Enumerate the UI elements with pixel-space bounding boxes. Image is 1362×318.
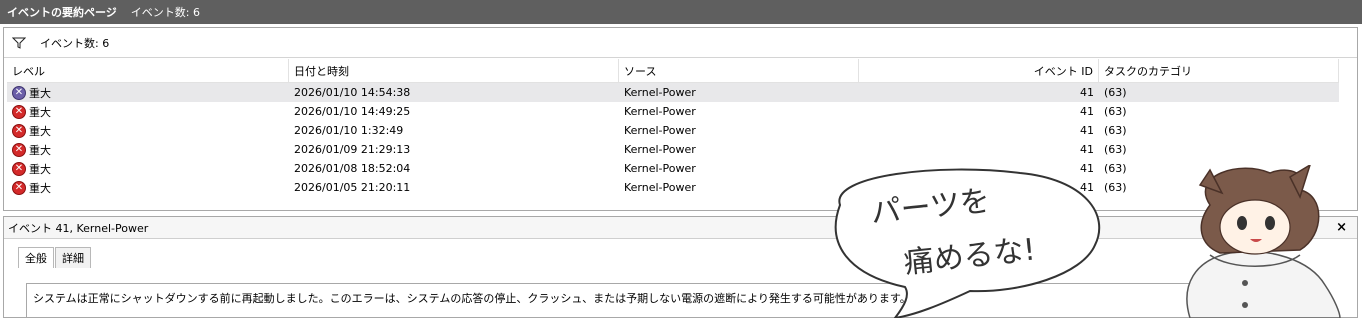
row-source: Kernel-Power [624,105,696,118]
row-category: (63) [1104,181,1127,194]
window-event-count: イベント数: 6 [130,6,200,19]
row-event-id: 41 [1080,162,1094,175]
window-title: イベントの要約ページ [7,6,117,19]
tab-general[interactable]: 全般 [18,247,54,268]
tab-details[interactable]: 詳細 [55,247,91,268]
filter-icon[interactable] [12,37,26,49]
row-level: 重大 [29,162,51,176]
event-list-panel: イベント数: 6 レベル 日付と時刻 ソース イベント ID タスクのカテゴリ … [3,27,1358,211]
detail-tabs: 全般 詳細 [18,247,92,268]
row-event-id: 41 [1080,105,1094,118]
row-event-id: 41 [1080,143,1094,156]
column-header-category[interactable]: タスクのカテゴリ [1099,59,1339,82]
event-detail-panel: イベント 41, Kernel-Power × 全般 詳細 システムは正常にシャ… [3,216,1358,318]
row-category: (63) [1104,105,1127,118]
table-row[interactable]: ✕ 重大 2026/01/10 14:54:38 Kernel-Power 41 … [7,83,1339,102]
table-row[interactable]: ✕ 重大 2026/01/08 18:52:04 Kernel-Power 41 … [7,159,1339,178]
row-source: Kernel-Power [624,124,696,137]
row-event-id: 41 [1080,181,1094,194]
detail-title-bar: イベント 41, Kernel-Power [4,217,1357,239]
table-row[interactable]: ✕ 重大 2026/01/09 21:29:13 Kernel-Power 41 … [7,140,1339,159]
detail-title: イベント 41, Kernel-Power [8,221,149,235]
row-level: 重大 [29,86,51,100]
row-category: (63) [1104,162,1127,175]
row-date: 2026/01/10 1:32:49 [294,124,404,137]
critical-error-icon: ✕ [12,180,26,195]
row-level: 重大 [29,143,51,157]
critical-error-icon: ✕ [12,85,26,100]
row-category: (63) [1104,124,1127,137]
critical-error-icon: ✕ [12,161,26,176]
critical-error-icon: ✕ [12,142,26,157]
row-level: 重大 [29,181,51,195]
row-date: 2026/01/10 14:49:25 [294,105,411,118]
row-date: 2026/01/05 21:20:11 [294,181,411,194]
table-row[interactable]: ✕ 重大 2026/01/05 21:20:11 Kernel-Power 41 … [7,178,1339,197]
row-source: Kernel-Power [624,162,696,175]
column-header-date[interactable]: 日付と時刻 [289,59,619,82]
table-row[interactable]: ✕ 重大 2026/01/10 14:49:25 Kernel-Power 41 … [7,102,1339,121]
window-titlebar: イベントの要約ページ イベント数: 6 [0,0,1362,24]
critical-error-icon: ✕ [12,123,26,138]
row-source: Kernel-Power [624,181,696,194]
close-button[interactable]: × [1336,220,1347,235]
column-header-event-id[interactable]: イベント ID [859,59,1099,82]
row-date: 2026/01/09 21:29:13 [294,143,411,156]
column-header-source[interactable]: ソース [619,59,859,82]
filter-count-label: イベント数: 6 [40,36,110,50]
row-level: 重大 [29,124,51,138]
row-date: 2026/01/08 18:52:04 [294,162,411,175]
row-source: Kernel-Power [624,143,696,156]
row-event-id: 41 [1080,86,1094,99]
table-header: レベル 日付と時刻 ソース イベント ID タスクのカテゴリ [7,59,1339,83]
column-header-level[interactable]: レベル [7,59,289,82]
row-level: 重大 [29,105,51,119]
row-category: (63) [1104,86,1127,99]
critical-error-icon: ✕ [12,104,26,119]
row-source: Kernel-Power [624,86,696,99]
event-description: システムは正常にシャットダウンする前に再起動しました。このエラーは、システムの応… [26,283,1314,318]
table-row[interactable]: ✕ 重大 2026/01/10 1:32:49 Kernel-Power 41 (… [7,121,1339,140]
filter-bar: イベント数: 6 [4,28,1357,58]
row-event-id: 41 [1080,124,1094,137]
event-table: レベル 日付と時刻 ソース イベント ID タスクのカテゴリ ✕ 重大 2026/… [7,59,1339,197]
row-category: (63) [1104,143,1127,156]
row-date: 2026/01/10 14:54:38 [294,86,411,99]
